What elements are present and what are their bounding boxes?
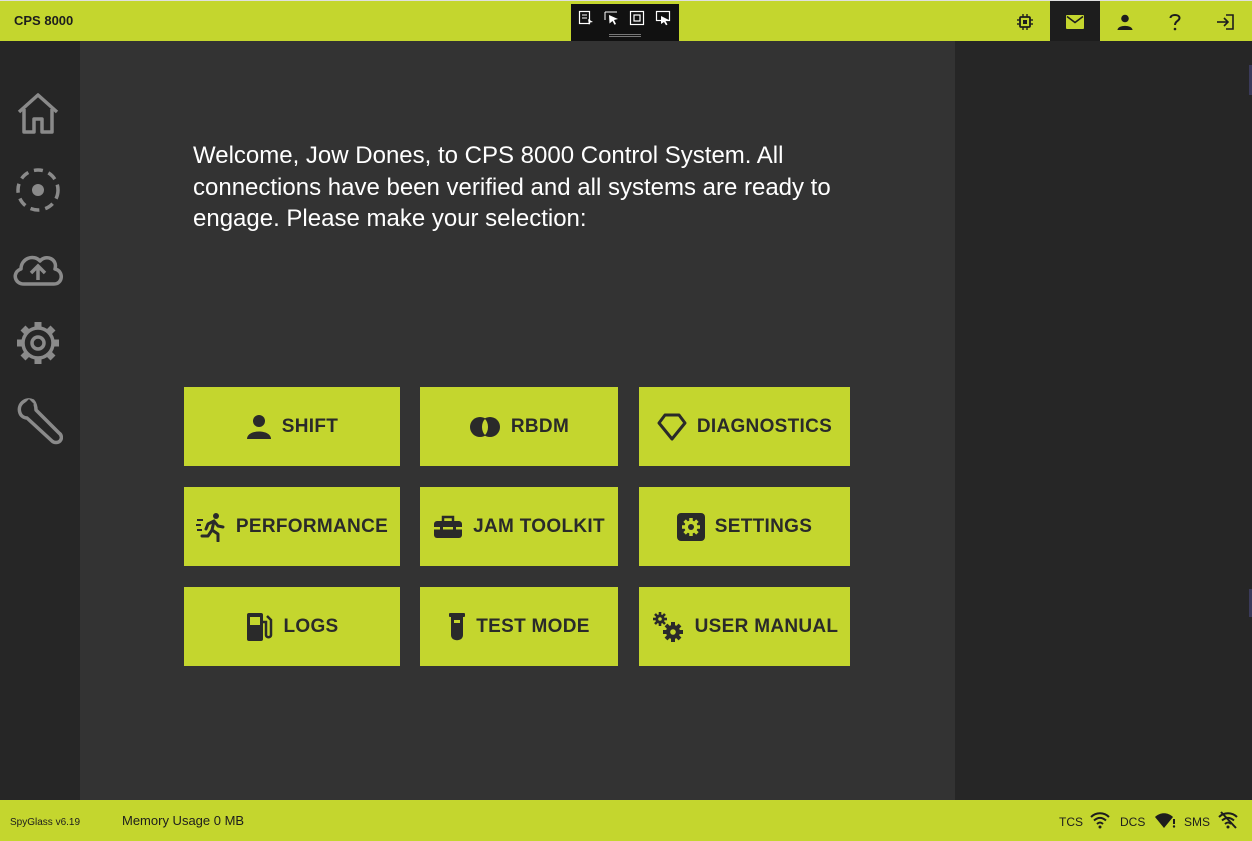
sidebar-item-home[interactable]	[10, 85, 66, 141]
version-label: SpyGlass v6.19	[10, 817, 81, 828]
diamond-icon	[657, 413, 687, 440]
chip-button[interactable]	[1000, 1, 1050, 42]
tile-test-mode[interactable]: TEST MODE	[420, 587, 618, 666]
floating-toolbar	[571, 4, 679, 41]
app-title: CPS 8000	[14, 13, 74, 28]
logout-icon	[1217, 13, 1234, 30]
gears-icon	[652, 611, 683, 642]
wifi-warning-icon	[1155, 813, 1176, 828]
gear-square-icon	[676, 512, 705, 541]
chip-icon	[1017, 13, 1033, 30]
tile-rbdm[interactable]: RBDM	[420, 387, 618, 466]
tile-logs[interactable]: LOGS	[184, 587, 400, 666]
logout-button[interactable]	[1200, 1, 1250, 42]
mail-icon	[1066, 14, 1084, 29]
tile-label: JAM TOOLKIT	[473, 515, 605, 537]
tile-label: SETTINGS	[714, 515, 813, 537]
frame-select-icon[interactable]	[629, 10, 645, 26]
toolbar-grip[interactable]	[609, 34, 641, 37]
tile-label: TEST MODE	[476, 615, 590, 637]
tile-label: LOGS	[283, 615, 339, 637]
sidebar-item-upload[interactable]	[10, 240, 66, 296]
cursor-select-icon[interactable]	[604, 10, 620, 26]
home-icon	[17, 93, 59, 134]
welcome-message: Welcome, Jow Dones, to CPS 8000 Control …	[193, 142, 831, 232]
tile-label: DIAGNOSTICS	[696, 415, 833, 437]
tile-label: RBDM	[510, 415, 570, 437]
tile-performance[interactable]: PERFORMANCE	[184, 487, 400, 566]
fuel-icon	[247, 612, 273, 641]
tile-jam-toolkit[interactable]: JAM TOOLKIT	[420, 487, 618, 566]
cloud-upload-icon	[13, 255, 63, 286]
user-icon	[246, 414, 271, 439]
test-tube-icon	[449, 612, 466, 640]
settings-icon	[17, 322, 59, 364]
tile-diagnostics[interactable]: DIAGNOSTICS	[639, 387, 850, 466]
rings-icon	[469, 416, 500, 437]
window-select-icon[interactable]	[655, 10, 671, 26]
wifi-icon	[1090, 812, 1110, 829]
help-icon	[1169, 13, 1181, 30]
sms-label: SMS	[1184, 815, 1211, 829]
tile-settings[interactable]: SETTINGS	[639, 487, 850, 566]
select-list-icon[interactable]	[578, 10, 594, 26]
memory-usage: Memory Usage 0 MB	[122, 813, 245, 828]
wifi-off-icon	[1218, 811, 1238, 829]
tile-label: PERFORMANCE	[235, 515, 389, 537]
top-bar: CPS 8000	[0, 0, 1252, 42]
tile-label: SHIFT	[281, 415, 339, 437]
help-button[interactable]	[1150, 1, 1200, 42]
tile-label: USER MANUAL	[694, 615, 839, 637]
sidebar	[0, 41, 80, 800]
tile-user-manual[interactable]: USER MANUAL	[639, 587, 850, 666]
sidebar-item-tools[interactable]	[10, 392, 66, 448]
loading-circle-icon	[16, 168, 60, 212]
right-panel	[955, 41, 1252, 800]
tcs-label: TCS	[1059, 815, 1083, 829]
sidebar-item-settings[interactable]	[10, 315, 66, 371]
user-button[interactable]	[1100, 1, 1150, 42]
wrench-icon	[17, 398, 63, 445]
sidebar-item-status[interactable]	[10, 162, 66, 218]
tile-shift[interactable]: SHIFT	[184, 387, 400, 466]
running-icon	[195, 512, 225, 542]
mail-button[interactable]	[1050, 1, 1100, 42]
user-icon	[1117, 14, 1133, 30]
toolbox-icon	[434, 515, 463, 538]
dcs-label: DCS	[1120, 815, 1146, 829]
status-bar: SpyGlass v6.19 Memory Usage 0 MB TCS DCS…	[0, 800, 1252, 841]
